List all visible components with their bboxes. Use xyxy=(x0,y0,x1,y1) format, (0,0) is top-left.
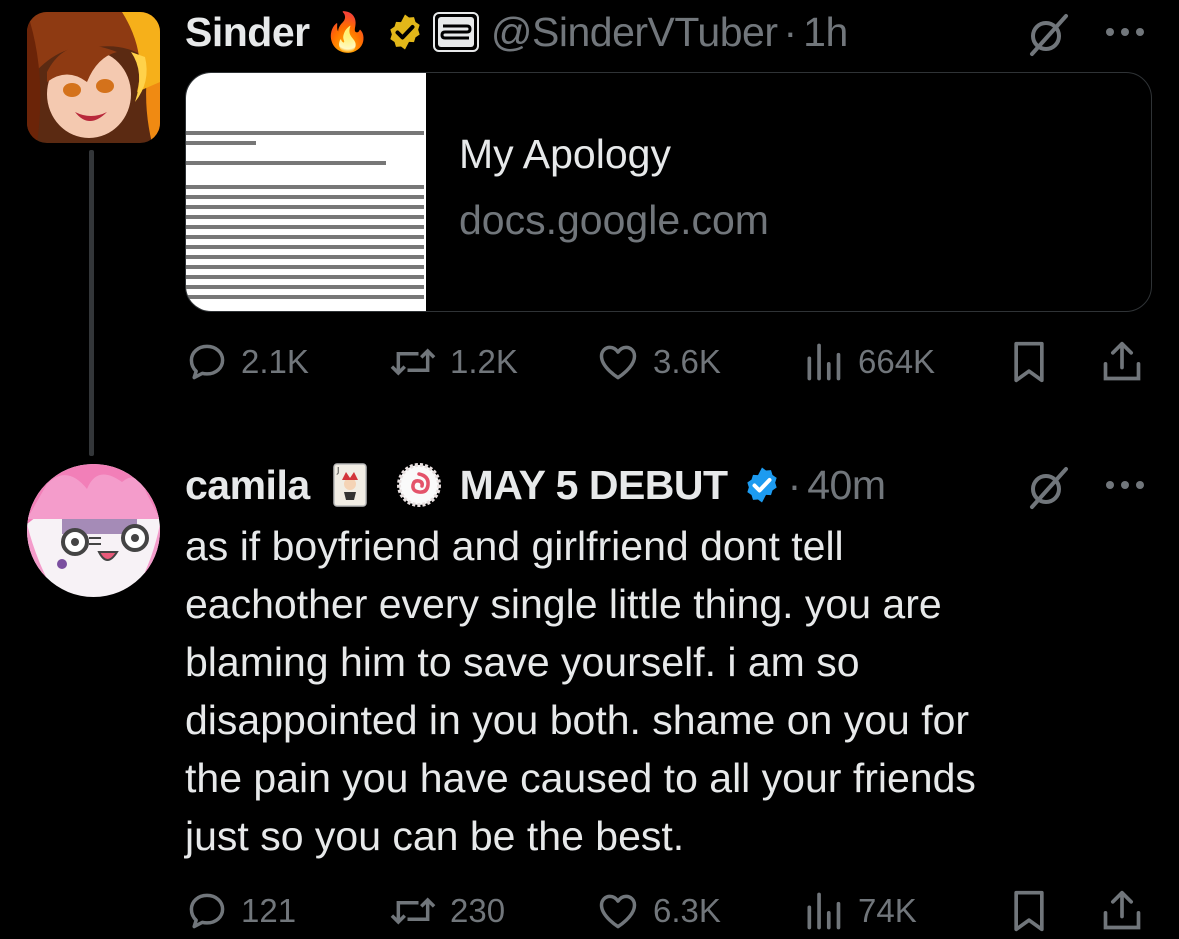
separator-dot: · xyxy=(783,8,798,55)
author-handle[interactable]: @SinderVTuber xyxy=(491,9,778,56)
narutomaki-icon xyxy=(396,462,442,508)
thread-connector-line xyxy=(89,150,94,456)
document-thumbnail xyxy=(186,73,426,311)
timestamp[interactable]: 40m xyxy=(807,462,886,509)
bookmark-icon xyxy=(1014,341,1044,383)
avatar-image xyxy=(27,464,160,597)
views-button[interactable]: 664K xyxy=(802,334,935,390)
views-button[interactable]: 74K xyxy=(802,883,917,939)
more-dots-icon[interactable] xyxy=(1103,475,1147,495)
reply-button[interactable]: 121 xyxy=(185,883,296,939)
grok-icon[interactable] xyxy=(1024,463,1072,511)
tweet-header: camila J MAY 5 DEBUT · 40m xyxy=(185,455,886,515)
tweet-actions: 2.1K 1.2K 3.6K 664K xyxy=(185,334,1155,390)
reply-count: 121 xyxy=(241,892,297,929)
bookmark-button[interactable] xyxy=(1007,334,1051,390)
verified-gold-badge-icon[interactable] xyxy=(385,12,425,52)
repost-count: 230 xyxy=(450,892,506,929)
tweet-header: Sinder 🔥 @SinderVTuber · 1h xyxy=(185,2,848,62)
views-bars-icon xyxy=(807,892,841,930)
separator-dot: · xyxy=(787,461,802,508)
more-dots-icon[interactable] xyxy=(1103,22,1147,42)
reply-count: 2.1K xyxy=(241,343,309,380)
like-button[interactable]: 3.6K xyxy=(595,334,721,390)
avatar-image xyxy=(27,12,160,143)
views-count: 74K xyxy=(858,892,917,929)
share-icon xyxy=(1103,890,1141,930)
reply-icon xyxy=(189,344,225,380)
author-debut-label: MAY 5 DEBUT xyxy=(459,461,728,508)
link-card-title: My Apology xyxy=(459,131,671,177)
reply-icon xyxy=(189,893,225,929)
repost-icon xyxy=(390,897,436,925)
repost-button[interactable]: 1.2K xyxy=(388,334,518,390)
verified-blue-badge-icon[interactable] xyxy=(742,465,782,505)
share-icon xyxy=(1103,341,1141,381)
like-count: 3.6K xyxy=(653,343,721,380)
like-button[interactable]: 6.3K xyxy=(595,883,721,939)
author-name[interactable]: camila xyxy=(185,462,310,509)
affiliate-logo-icon[interactable] xyxy=(432,12,479,52)
joker-card-icon: J xyxy=(332,462,368,508)
heart-icon xyxy=(599,894,637,929)
like-count: 6.3K xyxy=(653,892,721,929)
timestamp[interactable]: 1h xyxy=(803,9,848,56)
views-count: 664K xyxy=(858,343,936,380)
reply-button[interactable]: 2.1K xyxy=(185,334,309,390)
avatar[interactable] xyxy=(27,464,160,597)
repost-button[interactable]: 230 xyxy=(388,883,505,939)
bookmark-icon xyxy=(1014,890,1044,932)
views-bars-icon xyxy=(807,343,841,381)
avatar[interactable] xyxy=(27,12,160,143)
share-button[interactable] xyxy=(1100,334,1144,390)
repost-count: 1.2K xyxy=(450,343,518,380)
tweet-text: as if boyfriend and girlfriend dont tell… xyxy=(185,523,976,859)
heart-icon xyxy=(599,345,637,380)
tweet-actions: 121 230 6.3K 74K xyxy=(185,883,1155,939)
grok-icon[interactable] xyxy=(1024,10,1072,58)
repost-icon xyxy=(390,348,436,376)
bookmark-button[interactable] xyxy=(1007,883,1051,939)
link-card-domain: docs.google.com xyxy=(459,197,769,243)
link-card[interactable]: My Apology docs.google.com xyxy=(185,72,1152,312)
author-name[interactable]: Sinder xyxy=(185,9,310,56)
svg-text:J: J xyxy=(336,466,339,475)
fire-emoji: 🔥 xyxy=(323,9,371,54)
share-button[interactable] xyxy=(1100,883,1144,939)
